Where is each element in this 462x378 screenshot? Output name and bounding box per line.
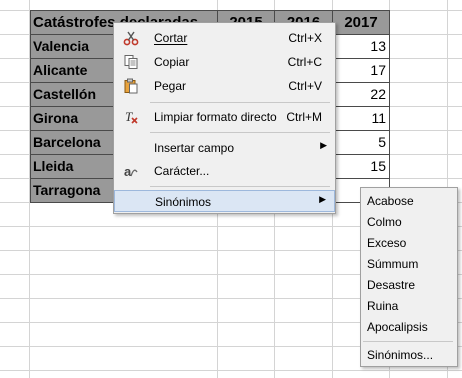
synonym-label: Súmmum: [367, 257, 419, 271]
menu-item-synonyms[interactable]: Sinónimos ▶: [114, 190, 335, 212]
menu-item-label: Carácter...: [154, 164, 210, 178]
synonyms-dialog-item[interactable]: Sinónimos...: [367, 345, 455, 365]
menu-separator: [150, 186, 330, 187]
synonym-label: Desastre: [367, 278, 416, 292]
synonym-item[interactable]: Acabose: [367, 191, 455, 211]
menu-item-label: Sinónimos: [155, 195, 212, 209]
value-cell[interactable]: 22: [333, 83, 390, 107]
synonym-label: Colmo: [367, 215, 402, 229]
character-icon: a: [122, 162, 140, 180]
menu-item-copy[interactable]: Copiar Ctrl+C: [114, 51, 335, 73]
menu-item-label: Pegar: [154, 79, 187, 93]
value-cell[interactable]: 15: [333, 155, 390, 179]
synonym-item[interactable]: Súmmum: [367, 254, 455, 274]
shortcut-label: Ctrl+M: [286, 110, 322, 124]
synonym-label: Acabose: [367, 194, 414, 208]
paste-icon: [122, 77, 140, 95]
synonym-label: Ruina: [367, 299, 399, 313]
synonym-item[interactable]: Desastre: [367, 275, 455, 295]
submenu-separator: [363, 341, 453, 342]
menu-item-character[interactable]: a Carácter...: [114, 160, 335, 182]
menu-item-label: Limpiar formato directo: [154, 110, 277, 124]
value-cell[interactable]: 13: [333, 35, 390, 59]
menu-item-label: Insertar campo: [154, 141, 235, 155]
synonym-label: Apocalipsis: [367, 320, 428, 334]
synonym-item[interactable]: Exceso: [367, 233, 455, 253]
clear-format-icon: T: [122, 108, 140, 126]
value-cell[interactable]: 11: [333, 107, 390, 131]
context-menu: Cortar Ctrl+X Copiar Ctrl+C Pegar Ctrl+V…: [113, 22, 336, 214]
submenu-arrow-icon: ▶: [320, 140, 327, 150]
submenu-arrow-icon: ▶: [319, 194, 326, 204]
synonym-item[interactable]: Colmo: [367, 212, 455, 232]
scissors-icon: [122, 29, 140, 47]
menu-item-cut[interactable]: Cortar Ctrl+X: [114, 27, 335, 49]
synonyms-submenu: Acabose Colmo Exceso Súmmum Desastre Rui…: [360, 187, 458, 367]
svg-text:T: T: [125, 109, 133, 124]
synonym-item[interactable]: Apocalipsis: [367, 317, 455, 337]
value-cell[interactable]: 17: [333, 59, 390, 83]
shortcut-label: Ctrl+V: [288, 79, 322, 93]
menu-separator: [150, 102, 330, 103]
menu-item-label: Copiar: [154, 55, 190, 69]
menu-item-insert-field[interactable]: Insertar campo ▶: [114, 137, 335, 159]
shortcut-label: Ctrl+C: [287, 55, 322, 69]
synonym-more-label: Sinónimos...: [367, 348, 434, 362]
value-cell[interactable]: 5: [333, 131, 390, 155]
synonym-item[interactable]: Ruina: [367, 296, 455, 316]
svg-text:a: a: [124, 164, 132, 179]
header-2017-cell[interactable]: 2017: [333, 10, 390, 35]
menu-item-label: Cortar: [154, 31, 188, 45]
menu-item-paste[interactable]: Pegar Ctrl+V: [114, 75, 335, 97]
copy-icon: [122, 53, 140, 71]
menu-separator: [150, 132, 330, 133]
synonym-label: Exceso: [367, 236, 407, 250]
menu-item-clear-direct-formatting[interactable]: T Limpiar formato directo Ctrl+M: [114, 106, 335, 128]
shortcut-label: Ctrl+X: [288, 31, 322, 45]
